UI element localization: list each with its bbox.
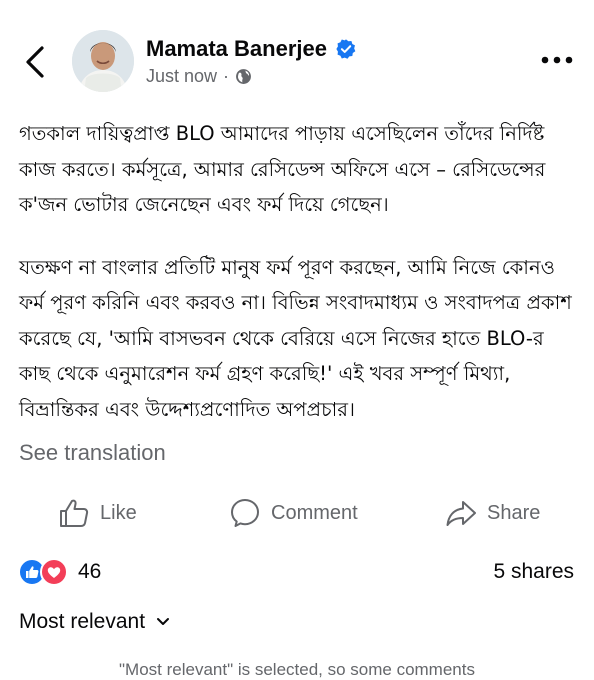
back-button[interactable] bbox=[22, 44, 50, 80]
timestamp[interactable]: Just now bbox=[146, 66, 217, 87]
comment-label: Comment bbox=[271, 501, 358, 524]
post-meta: Just now · bbox=[146, 66, 252, 87]
author-name[interactable]: Mamata Banerjee bbox=[146, 36, 327, 62]
love-reaction-icon bbox=[40, 558, 68, 586]
verified-badge-icon bbox=[336, 39, 356, 59]
share-label: Share bbox=[487, 501, 541, 524]
more-options-button[interactable] bbox=[540, 52, 574, 68]
see-translation-link[interactable]: See translation bbox=[19, 440, 166, 466]
meta-separator: · bbox=[223, 66, 230, 86]
like-thumb-icon bbox=[60, 499, 89, 527]
post-header: Mamata Banerjee Just now · bbox=[0, 0, 594, 118]
post-text: গতকাল দায়িত্বপ্রাপ্ত BLO আমাদের পাড়ায়… bbox=[19, 116, 579, 454]
action-bar: Like Comment Share bbox=[0, 490, 594, 536]
comment-bubble-icon bbox=[231, 499, 259, 527]
post-paragraph: যতক্ষণ না বাংলার প্রতিটি মানুষ ফর্ম পূরণ… bbox=[19, 255, 572, 421]
like-label: Like bbox=[100, 501, 137, 524]
shares-count[interactable]: 5 shares bbox=[493, 560, 574, 584]
sort-notice: "Most relevant" is selected, so some com… bbox=[119, 660, 475, 679]
chevron-down-icon bbox=[157, 618, 170, 625]
share-arrow-icon bbox=[446, 501, 476, 526]
reaction-count: 46 bbox=[78, 560, 102, 583]
post-paragraph: গতকাল দায়িত্বপ্রাপ্ত BLO আমাদের পাড়ায়… bbox=[19, 122, 546, 216]
sort-label: Most relevant bbox=[19, 610, 146, 633]
back-arrow-icon bbox=[26, 46, 44, 78]
comment-sort-dropdown[interactable]: Most relevant bbox=[19, 610, 171, 634]
share-button[interactable]: Share bbox=[445, 490, 540, 536]
more-options-icon bbox=[541, 56, 573, 64]
author-line: Mamata Banerjee bbox=[146, 36, 357, 62]
comment-button[interactable]: Comment bbox=[229, 490, 358, 536]
avatar[interactable] bbox=[72, 30, 134, 92]
reaction-summary[interactable]: 46 bbox=[18, 558, 101, 586]
like-button[interactable]: Like bbox=[58, 490, 137, 536]
globe-icon bbox=[236, 69, 251, 84]
